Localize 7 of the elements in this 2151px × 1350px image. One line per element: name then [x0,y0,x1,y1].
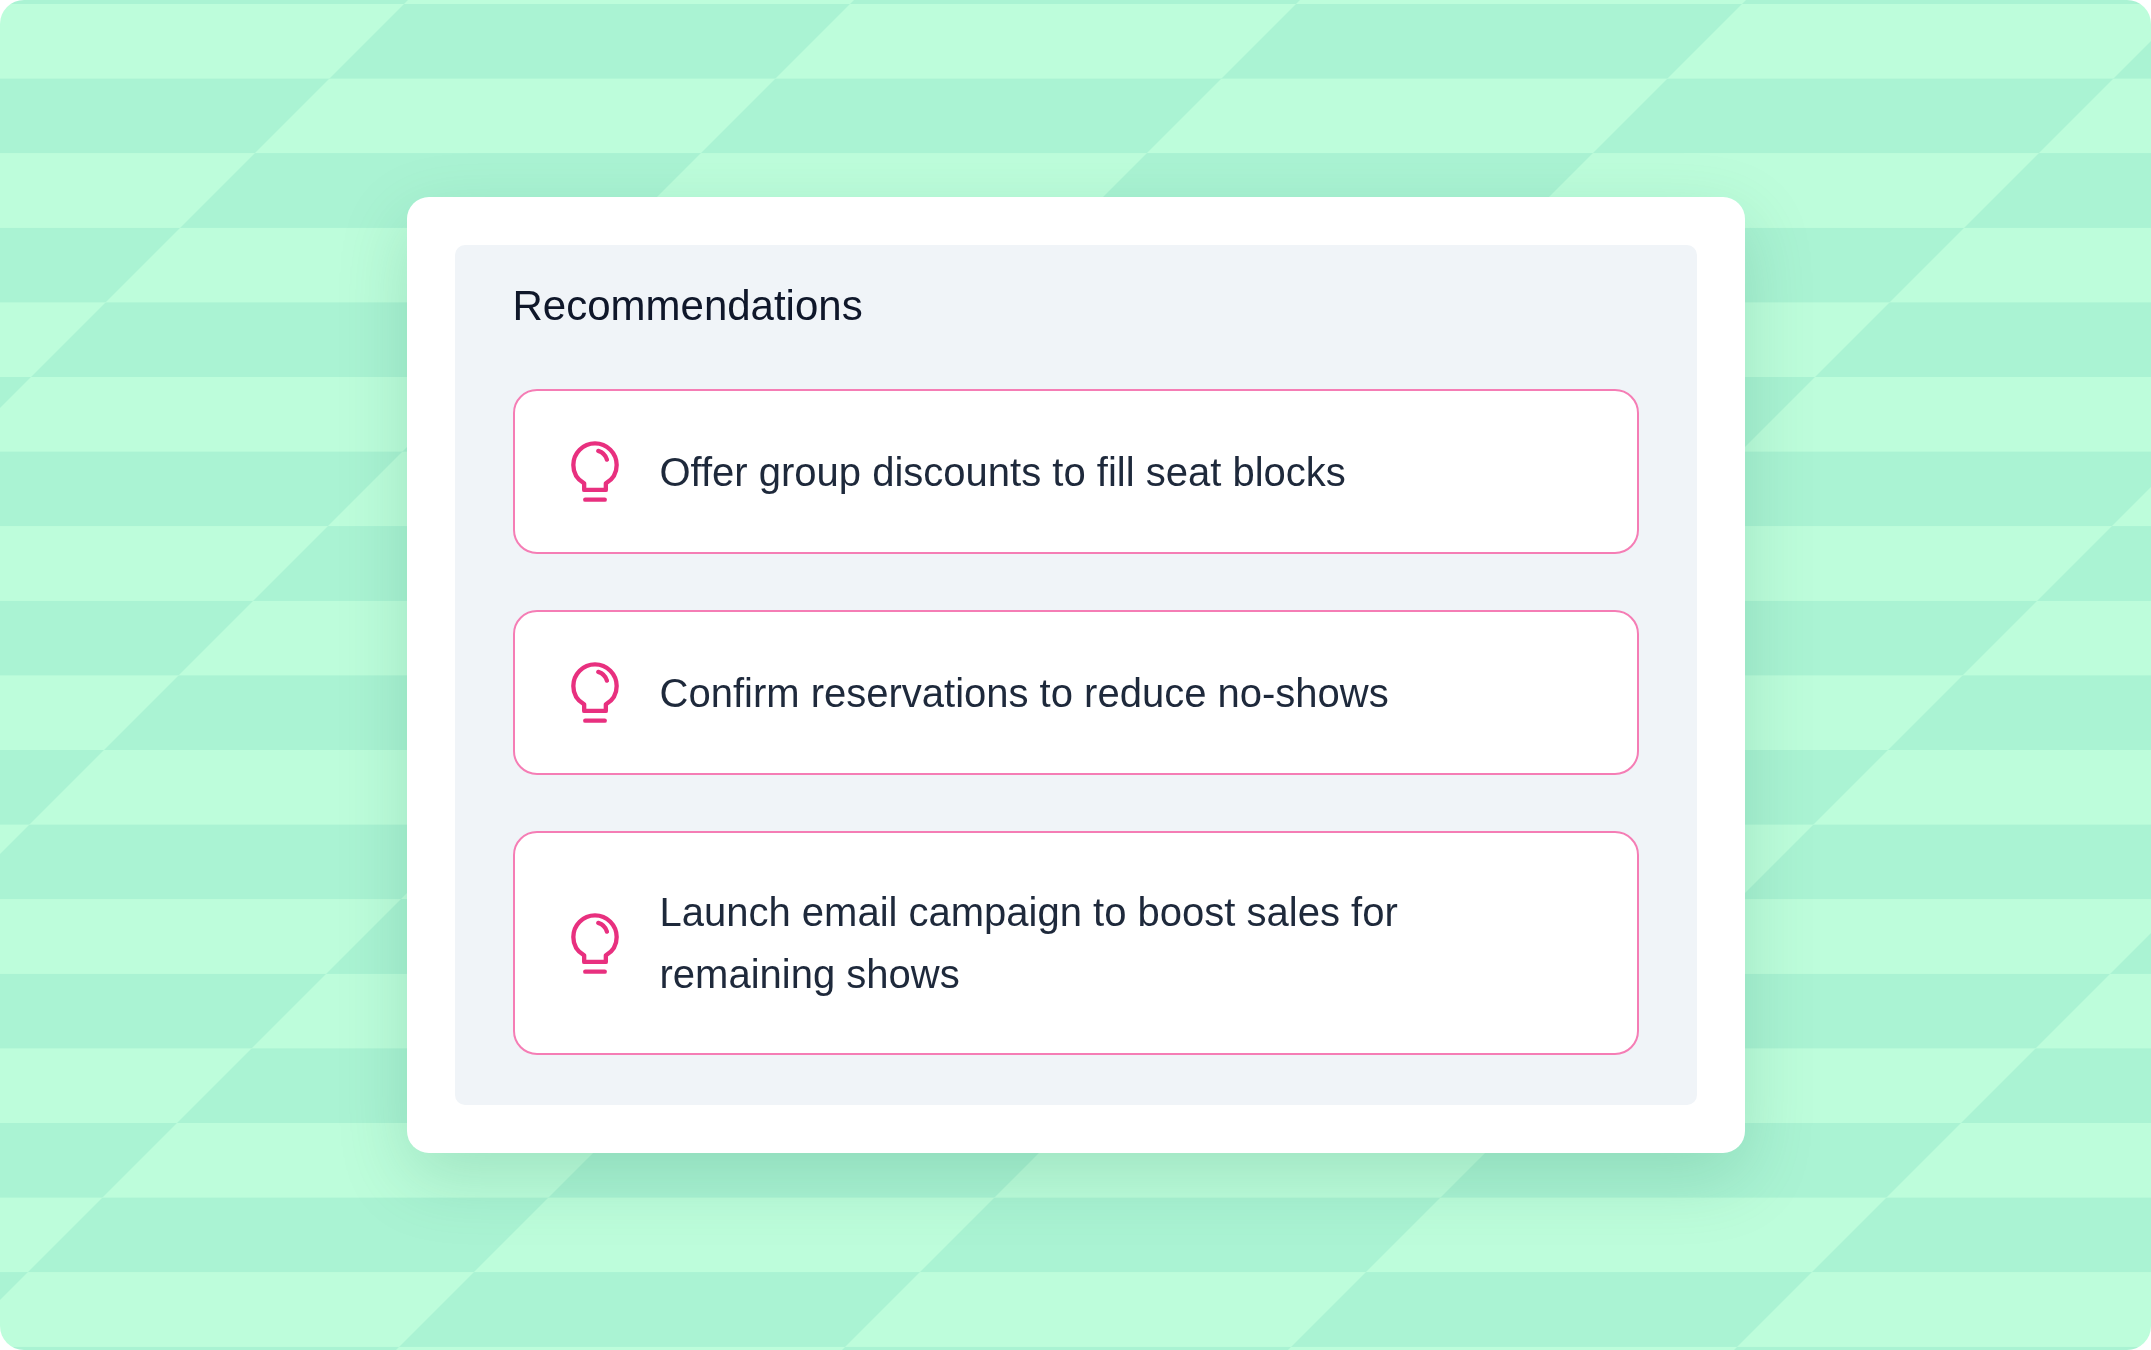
recommendation-text: Confirm reservations to reduce no-shows [659,669,1389,717]
section-title: Recommendations [512,281,863,331]
recommendation-text: Launch email campaign to boost sales for remaining shows [659,889,1399,998]
lightbulb-icon [568,439,621,504]
lightbulb-icon [568,660,621,725]
recommendation-text: Offer group discounts to fill seat blocks [659,448,1346,496]
lightbulb-icon [568,910,621,976]
